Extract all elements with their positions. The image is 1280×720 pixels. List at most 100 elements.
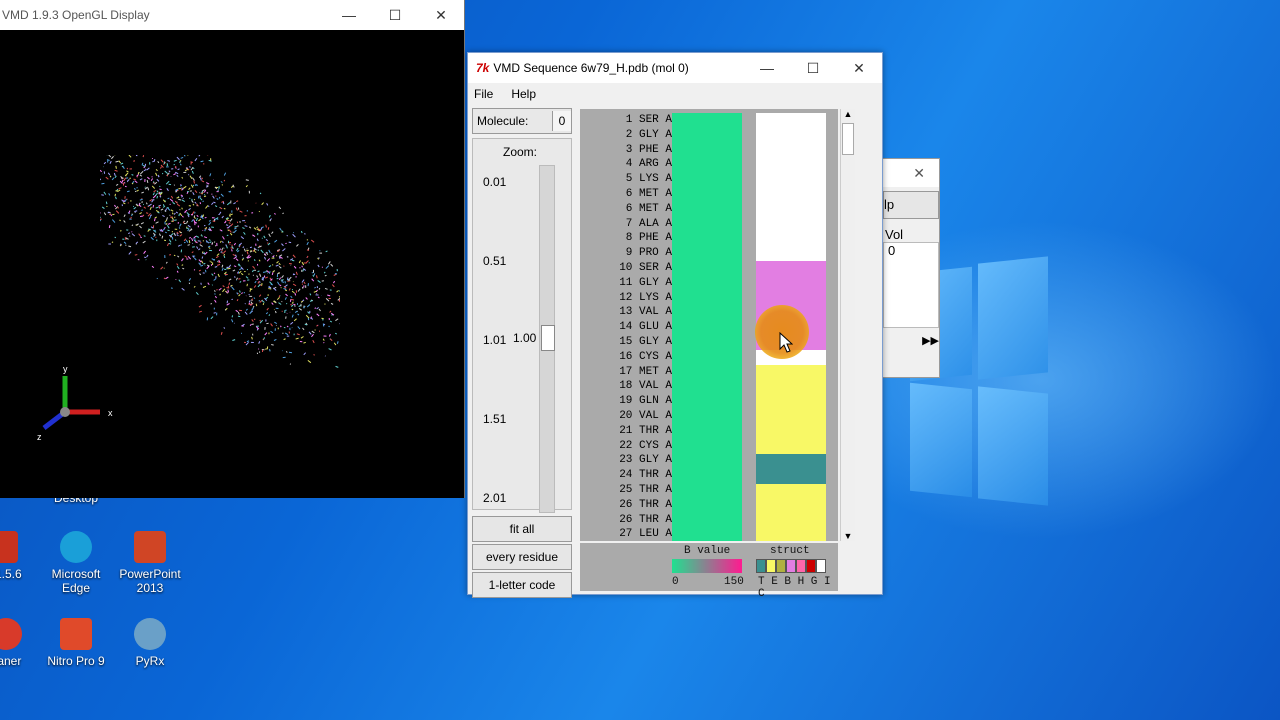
axis-y-label: y — [63, 364, 68, 374]
desktop-icon-nitro[interactable]: Nitro Pro 9 — [36, 618, 116, 668]
residue-row[interactable]: 27 LEU A — [580, 527, 672, 541]
ccleaner-icon — [0, 618, 22, 650]
edge-icon — [60, 531, 92, 563]
residue-row[interactable]: 7 ALA A — [580, 217, 672, 232]
vertical-scrollbar[interactable]: ▲ ▼ — [840, 109, 855, 541]
residue-row[interactable]: 18 VAL A — [580, 379, 672, 394]
residue-row[interactable]: 6 MET A — [580, 187, 672, 202]
b-value-gradient — [672, 559, 742, 573]
molecule-value[interactable]: 0 — [552, 111, 571, 131]
residue-row[interactable]: 4 ARG A — [580, 157, 672, 172]
desktop-icon-label: Nitro Pro 9 — [47, 654, 105, 668]
desktop-icon-pyrx[interactable]: PyRx — [110, 618, 190, 668]
axis-x-label: x — [108, 408, 113, 418]
residue-row[interactable]: 10 SER A — [580, 261, 672, 276]
molecule-render[interactable] — [100, 155, 340, 380]
struct-swatch — [816, 559, 826, 573]
desktop-icon-powerpoint[interactable]: PowerPoint 2013 — [110, 531, 190, 595]
residue-row[interactable]: 14 GLU A — [580, 320, 672, 335]
help-button[interactable]: lp — [883, 191, 939, 219]
residue-row[interactable]: 26 THR A — [580, 513, 672, 528]
residue-row[interactable]: 11 GLY A — [580, 276, 672, 291]
end-arrow-icon[interactable]: ▶▶ — [883, 334, 939, 348]
zoom-tick: 0.51 — [483, 254, 507, 268]
desktop-icon-label: eaner — [0, 654, 22, 668]
control-panel: Molecule: 0 Zoom: 0.01 0.51 1.01 1.51 2.… — [472, 108, 572, 598]
residue-row[interactable]: 1 SER A — [580, 113, 672, 128]
residue-row[interactable]: 15 GLY A — [580, 335, 672, 350]
residue-row[interactable]: 17 MET A — [580, 365, 672, 380]
desktop-icon-label: PowerPoint 2013 — [119, 567, 181, 595]
residue-row[interactable]: 2 GLY A — [580, 128, 672, 143]
minimize-icon[interactable]: — — [326, 7, 372, 23]
structure-segment-strand — [756, 484, 826, 541]
b-value-column — [672, 113, 742, 541]
residue-row[interactable]: 6 MET A — [580, 202, 672, 217]
menu-help[interactable]: Help — [505, 87, 548, 101]
zoom-slider-handle[interactable] — [541, 325, 555, 351]
desktop-icon-label: Microsoft Edge — [51, 567, 101, 595]
legend-panel: B value struct 0 150 T E B H G I C — [580, 543, 838, 600]
residue-row[interactable]: 22 CYS A — [580, 439, 672, 454]
residue-row[interactable]: 16 CYS A — [580, 350, 672, 365]
zoom-tick: 1.51 — [483, 412, 507, 426]
opengl-titlebar[interactable]: VMD 1.9.3 OpenGL Display — ☐ ✕ — [0, 0, 464, 30]
app-icon — [0, 531, 18, 563]
struct-swatch — [756, 559, 766, 573]
residue-row[interactable]: 25 THR A — [580, 483, 672, 498]
scroll-thumb[interactable] — [842, 123, 854, 155]
mouse-pointer-icon — [779, 332, 793, 353]
zoom-tick: 1.01 — [483, 333, 507, 347]
minimize-icon[interactable]: — — [744, 60, 790, 76]
residue-row[interactable]: 3 PHE A — [580, 143, 672, 158]
close-icon[interactable]: ✕ — [418, 7, 464, 24]
every-residue-button[interactable]: every residue — [472, 544, 572, 570]
residue-row[interactable]: 23 GLY A — [580, 453, 672, 468]
desktop-icon-label: PyRx — [135, 654, 165, 668]
structure-segment-strand — [756, 365, 826, 454]
residue-row[interactable]: 9 PRO A — [580, 246, 672, 261]
residue-row[interactable]: 8 PHE A — [580, 231, 672, 246]
residue-row[interactable]: 12 LYS A — [580, 291, 672, 306]
scroll-up-icon[interactable]: ▲ — [841, 109, 855, 119]
maximize-icon[interactable]: ☐ — [372, 7, 418, 24]
menu-file[interactable]: File — [468, 87, 505, 101]
opengl-window-title: VMD 1.9.3 OpenGL Display — [2, 8, 150, 22]
sequence-window-title: VMD Sequence 6w79_H.pdb (mol 0) — [493, 61, 689, 75]
scroll-down-icon[interactable]: ▼ — [841, 531, 855, 541]
desktop-icon-label: D-1.5.6 — [0, 567, 22, 581]
one-letter-code-button[interactable]: 1-letter code — [472, 572, 572, 598]
fit-all-button[interactable]: fit all — [472, 516, 572, 542]
residue-row[interactable]: 5 LYS A — [580, 172, 672, 187]
axis-z-label: z — [37, 432, 42, 442]
molecule-label: Molecule: — [477, 114, 529, 128]
close-icon[interactable]: ✕ — [836, 60, 882, 77]
zoom-value: 1.00 — [513, 331, 537, 345]
nitro-icon — [60, 618, 92, 650]
opengl-display-window[interactable]: VMD 1.9.3 OpenGL Display — ☐ ✕ y x z — [0, 0, 465, 498]
vol-value: 0 — [883, 242, 939, 328]
maximize-icon[interactable]: ☐ — [790, 60, 836, 77]
struct-swatch — [796, 559, 806, 573]
struct-codes: T E B H G I C — [758, 576, 831, 600]
desktop-icon-edge[interactable]: Microsoft Edge — [36, 531, 116, 595]
residue-row[interactable]: 24 THR A — [580, 468, 672, 483]
residue-row[interactable]: 19 GLN A — [580, 394, 672, 409]
residue-row[interactable]: 21 THR A — [580, 424, 672, 439]
sequence-window[interactable]: 7k VMD Sequence 6w79_H.pdb (mol 0) — ☐ ✕… — [467, 52, 883, 600]
residue-row[interactable]: 26 THR A — [580, 498, 672, 513]
menubar: File Help — [468, 83, 882, 105]
sequence-titlebar[interactable]: 7k VMD Sequence 6w79_H.pdb (mol 0) — ☐ ✕ — [468, 53, 882, 83]
vol-label: Vol — [885, 227, 904, 242]
zoom-label: Zoom: — [503, 145, 538, 159]
residue-row[interactable]: 13 VAL A — [580, 305, 672, 320]
zoom-panel: Zoom: 0.01 0.51 1.01 1.51 2.01 1.00 — [472, 138, 572, 513]
background-window[interactable]: ✕ lp Vol 0 ▶▶ — [882, 158, 940, 378]
b-value-min: 0 — [672, 576, 679, 588]
residue-row[interactable]: 20 VAL A — [580, 409, 672, 424]
axes-indicator: y x z — [37, 364, 113, 442]
close-icon[interactable]: ✕ — [883, 159, 939, 187]
tk-icon: 7k — [476, 61, 490, 75]
molecule-selector[interactable]: Molecule: 0 — [472, 108, 572, 134]
struct-swatches — [756, 559, 826, 573]
